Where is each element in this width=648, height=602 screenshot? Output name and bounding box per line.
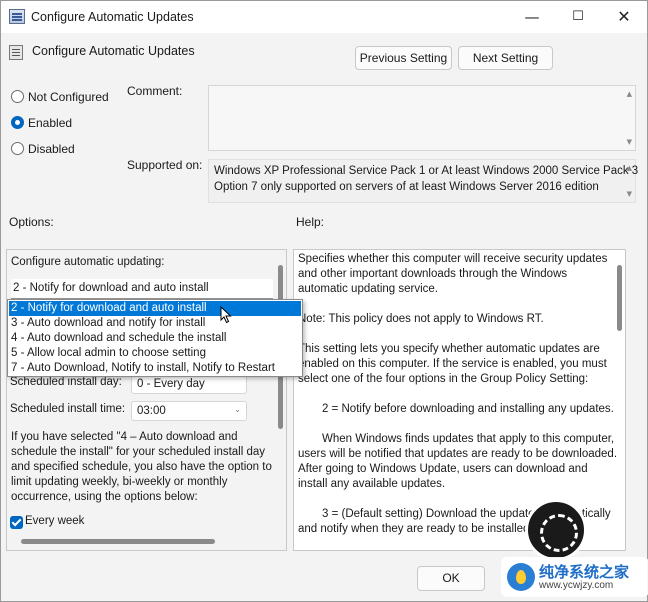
help-paragraph: When Windows finds updates that apply to…	[298, 433, 618, 490]
options-label: Options:	[9, 215, 54, 229]
close-button[interactable]: ✕	[601, 1, 647, 33]
watermark-logo-icon	[507, 563, 535, 591]
minimize-button[interactable]: —	[509, 1, 555, 33]
comment-label: Comment:	[127, 84, 183, 98]
dropdown-option[interactable]: 2 - Notify for download and auto install	[9, 301, 301, 316]
dropdown-option[interactable]: 5 - Allow local admin to choose setting	[9, 346, 301, 361]
radio-label: Disabled	[28, 142, 75, 156]
vertical-scrollbar[interactable]	[275, 251, 285, 549]
radio-label: Not Configured	[28, 90, 109, 104]
select-value: 0 - Every day	[137, 378, 205, 390]
watermark-url: www.ycwjzy.com	[539, 580, 614, 591]
install-time-label: Scheduled install time:	[10, 403, 126, 415]
scroll-thumb[interactable]	[617, 265, 622, 331]
options-pane: Configure automatic updating: 2 - Notify…	[6, 249, 287, 551]
help-label: Help:	[296, 215, 325, 229]
chevron-down-icon: ⌄	[234, 405, 241, 414]
dropdown-option[interactable]: 4 - Auto download and schedule the insta…	[9, 331, 301, 346]
help-paragraph: This setting lets you specify whether au…	[298, 343, 607, 385]
scroll-up-icon[interactable]: ▲	[627, 164, 632, 172]
install-day-select[interactable]: 0 - Every day	[131, 374, 247, 394]
window-title: Configure Automatic Updates	[31, 10, 194, 24]
watermark-card: 纯净系统之家 www.ycwjzy.com	[501, 557, 648, 597]
configure-updating-dropdown[interactable]: 2 - Notify for download and auto install…	[7, 299, 303, 377]
every-week-checkbox[interactable]	[10, 516, 23, 529]
horizontal-scrollbar[interactable]	[21, 539, 215, 544]
comment-input[interactable]: ▲ ▼	[208, 85, 636, 151]
radio-button[interactable]	[11, 142, 24, 155]
title-bar[interactable]: Configure Automatic Updates — ☐ ✕	[1, 1, 647, 33]
radio-label: Enabled	[28, 116, 73, 130]
install-time-select[interactable]: 03:00 ⌄	[131, 401, 247, 421]
scroll-down-icon[interactable]: ▼	[627, 190, 632, 198]
schedule-description: If you have selected "4 – Auto download …	[11, 431, 272, 503]
select-value: 2 - Notify for download and auto install	[13, 282, 209, 294]
policy-icon	[9, 9, 25, 24]
select-value: 03:00	[137, 405, 166, 417]
dialog-window: Configure Automatic Updates — ☐ ✕ Config…	[0, 0, 648, 602]
maximize-button[interactable]: ☐	[555, 1, 601, 33]
supported-on-box: Windows XP Professional Service Pack 1 o…	[208, 159, 639, 203]
ok-button[interactable]: OK	[417, 566, 485, 591]
help-paragraph: 2 = Notify before downloading and instal…	[322, 403, 614, 415]
watermark-badge	[525, 499, 587, 561]
previous-setting-button[interactable]: Previous Setting	[355, 46, 452, 70]
dropdown-option[interactable]: 7 - Auto Download, Notify to install, No…	[9, 361, 301, 376]
help-paragraph: Specifies whether this computer will rec…	[298, 253, 608, 295]
help-paragraph: Note: This policy does not apply to Wind…	[298, 313, 544, 325]
setting-icon	[9, 45, 23, 60]
configure-updating-label: Configure automatic updating:	[11, 256, 165, 268]
configure-updating-select[interactable]: 2 - Notify for download and auto install	[11, 279, 273, 299]
install-day-label: Scheduled install day:	[10, 376, 122, 388]
next-setting-button[interactable]: Next Setting	[458, 46, 553, 70]
watermark: 纯净系统之家 www.ycwjzy.com	[481, 499, 648, 602]
supported-on-label: Supported on:	[127, 158, 203, 172]
scroll-up-icon[interactable]: ▲	[627, 90, 632, 98]
every-week-label: Every week	[25, 515, 85, 527]
watermark-text: 纯净系统之家	[539, 564, 630, 581]
dropdown-option[interactable]: 3 - Auto download and notify for install	[9, 316, 301, 331]
radio-button[interactable]	[11, 116, 24, 129]
scroll-down-icon[interactable]: ▼	[627, 138, 632, 146]
setting-title: Configure Automatic Updates	[32, 44, 195, 58]
radio-button[interactable]	[11, 90, 24, 103]
supported-line: Windows XP Professional Service Pack 1 o…	[214, 165, 639, 177]
supported-line: Option 7 only supported on servers of at…	[214, 181, 599, 193]
